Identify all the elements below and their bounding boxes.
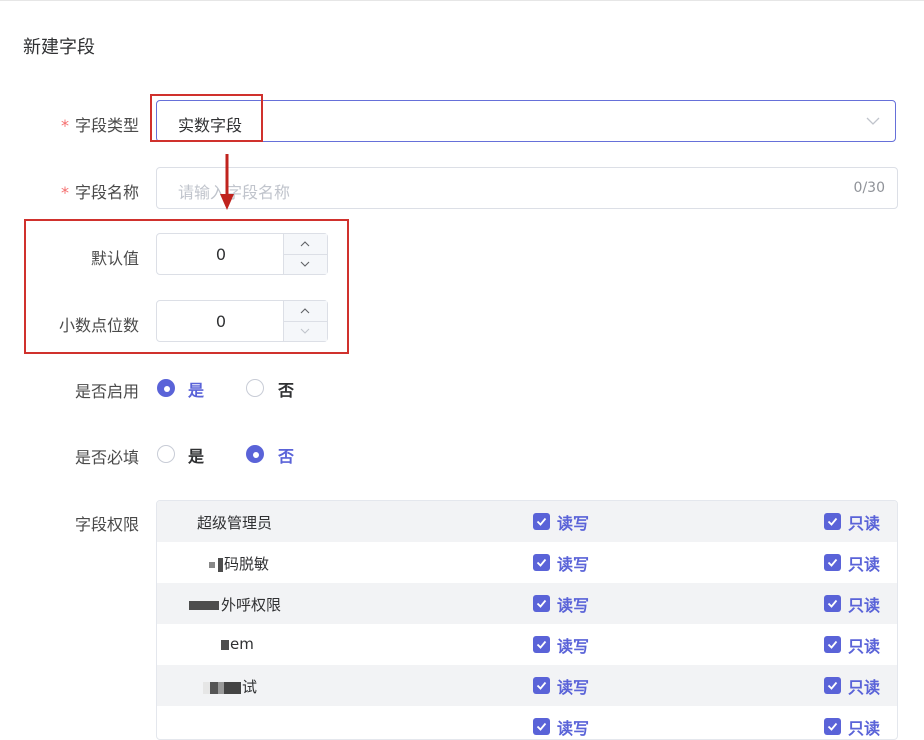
- read-write-checkbox[interactable]: [533, 718, 550, 735]
- enabled-yes-label[interactable]: 是: [188, 377, 204, 401]
- field-name-input[interactable]: 请输入字段名称 0/30: [156, 167, 898, 209]
- field-type-select[interactable]: 实数字段: [156, 100, 896, 142]
- check-icon: [536, 722, 547, 731]
- check-icon: [827, 599, 838, 608]
- read-only-label[interactable]: 只读: [848, 551, 880, 575]
- redaction-mark: [221, 639, 229, 650]
- check-icon: [536, 558, 547, 567]
- redaction-mark: [209, 561, 215, 568]
- read-only-label[interactable]: 只读: [848, 510, 880, 534]
- read-write-label[interactable]: 读写: [557, 510, 589, 534]
- check-icon: [827, 558, 838, 567]
- table-row: 码脱敏 读写 只读: [157, 542, 897, 583]
- enabled-yes-radio[interactable]: [157, 379, 175, 397]
- read-write-label[interactable]: 读写: [557, 715, 589, 739]
- annotation-box-number-settings: [24, 219, 349, 354]
- role-name: 外呼权限: [189, 594, 281, 615]
- check-icon: [536, 599, 547, 608]
- required-no-radio[interactable]: [246, 445, 264, 463]
- required-mark: *: [60, 183, 69, 202]
- permissions-table: 超级管理员 读写 只读 码脱敏 读写 只读 外呼权限 读写 只读 em 读写 只…: [156, 500, 898, 740]
- required-yes-radio[interactable]: [157, 445, 175, 463]
- redaction-mark: [218, 557, 223, 572]
- annotation-box-field-type: [150, 94, 263, 142]
- char-counter: 0/30: [853, 180, 885, 196]
- read-write-label[interactable]: 读写: [557, 592, 589, 616]
- field-type-label: * 字段类型: [60, 116, 139, 135]
- read-write-label[interactable]: 读写: [557, 674, 589, 698]
- arrow-down-icon: [220, 154, 234, 210]
- check-icon: [536, 681, 547, 690]
- required-yes-label[interactable]: 是: [188, 443, 204, 467]
- read-only-label[interactable]: 只读: [848, 592, 880, 616]
- read-write-label[interactable]: 读写: [557, 633, 589, 657]
- role-name: 试: [203, 676, 257, 697]
- enabled-no-label[interactable]: 否: [278, 377, 294, 401]
- check-icon: [827, 681, 838, 690]
- read-only-label[interactable]: 只读: [848, 674, 880, 698]
- redaction-mark: [189, 601, 219, 610]
- chevron-down-icon: [866, 117, 880, 125]
- check-icon: [827, 517, 838, 526]
- redaction-mark: [203, 681, 241, 694]
- read-only-label[interactable]: 只读: [848, 715, 880, 739]
- required-mark: *: [60, 116, 69, 135]
- table-row: em 读写 只读: [157, 624, 897, 665]
- role-name: 超级管理员: [197, 514, 273, 532]
- read-write-checkbox[interactable]: [533, 636, 550, 653]
- required-no-label[interactable]: 否: [278, 443, 294, 467]
- read-write-checkbox[interactable]: [533, 677, 550, 694]
- field-name-label: * 字段名称: [60, 183, 139, 202]
- read-write-label[interactable]: 读写: [557, 551, 589, 575]
- read-write-checkbox[interactable]: [533, 513, 550, 530]
- table-row: 读写 只读: [157, 706, 897, 739]
- read-only-checkbox[interactable]: [824, 513, 841, 530]
- permissions-label: 字段权限: [74, 515, 139, 534]
- check-icon: [827, 640, 838, 649]
- check-icon: [536, 517, 547, 526]
- read-write-checkbox[interactable]: [533, 554, 550, 571]
- read-only-label[interactable]: 只读: [848, 633, 880, 657]
- read-write-checkbox[interactable]: [533, 595, 550, 612]
- page-title: 新建字段: [23, 37, 95, 58]
- enabled-label: 是否启用: [74, 382, 139, 401]
- read-only-checkbox[interactable]: [824, 677, 841, 694]
- check-icon: [827, 722, 838, 731]
- read-only-checkbox[interactable]: [824, 595, 841, 612]
- role-name: 码脱敏: [209, 553, 269, 574]
- required-label: 是否必填: [74, 448, 139, 467]
- table-row: 试 读写 只读: [157, 665, 897, 706]
- check-icon: [536, 640, 547, 649]
- enabled-no-radio[interactable]: [246, 379, 264, 397]
- table-row: 外呼权限 读写 只读: [157, 583, 897, 624]
- read-only-checkbox[interactable]: [824, 718, 841, 735]
- read-only-checkbox[interactable]: [824, 554, 841, 571]
- top-divider: [0, 0, 924, 1]
- role-name: em: [221, 635, 254, 653]
- table-row: 超级管理员 读写 只读: [157, 501, 897, 542]
- read-only-checkbox[interactable]: [824, 636, 841, 653]
